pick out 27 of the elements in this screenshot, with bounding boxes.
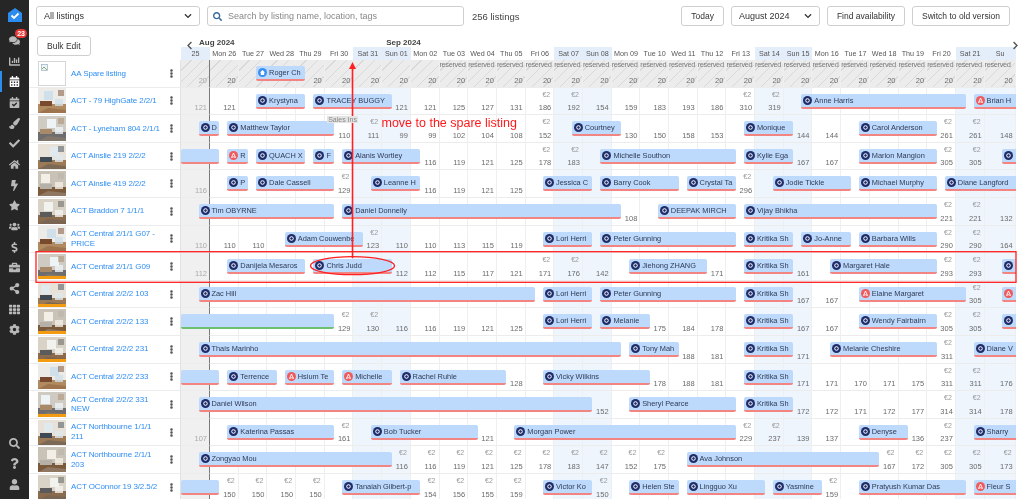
listing-name[interactable]: ACT Central 2/2/2 103 — [71, 289, 162, 299]
switch-version-button[interactable]: Switch to old version — [912, 6, 1010, 26]
listing-filter-dropdown[interactable]: All listings — [36, 6, 200, 26]
listing-name[interactable]: ACT Central 2/2/2 233 — [71, 372, 162, 382]
listing-name[interactable]: ACT - Lyneham 804 2/1/1 — [71, 123, 162, 134]
listing-name[interactable]: ACT Central 2/1/1 G09 — [71, 261, 162, 272]
month-dropdown[interactable]: August 2024 — [730, 6, 820, 26]
listing-count: 256 listings — [472, 10, 520, 22]
bulk-edit-button[interactable]: Bulk Edit — [37, 36, 91, 56]
listing-name[interactable]: ACT Northbourne 1/1/1 211 — [71, 422, 162, 442]
listing-name[interactable]: ACT OConnor 19 3/2.5/2 — [71, 482, 162, 492]
today-button[interactable]: Today — [681, 6, 724, 26]
listing-name[interactable]: ACT Central 2/2/2 133 — [71, 316, 162, 327]
listing-name[interactable]: ACT Ainslie 219 2/2/2 — [71, 151, 162, 161]
listing-name[interactable]: ACT Central 2/2/2 331 NEW — [71, 394, 162, 414]
listing-name[interactable]: ACT Braddon 7 1/1/1 — [71, 206, 162, 217]
listing-name[interactable]: ACT Central 2/2/2 231 — [71, 344, 162, 355]
listing-name[interactable]: AA Spare listing — [71, 68, 162, 79]
listing-name[interactable]: ACT Central 2/1/1 G07 - PRICE — [71, 229, 162, 249]
listing-name[interactable]: ACT - 79 HighGate 2/2/1 — [71, 96, 162, 106]
listing-name[interactable]: ACT Northbourne 2/1/1 203 — [71, 450, 162, 470]
month-label: Aug 2024 — [198, 38, 235, 47]
find-availability-button[interactable]: Find availability — [826, 6, 906, 26]
listing-name[interactable]: ACT Ainslie 419 2/2/2 — [71, 178, 162, 189]
annotation-text: move to the spare listing — [381, 117, 517, 131]
search-field[interactable]: Search by listing name, location, tags — [207, 6, 464, 26]
month-label: Sep 2024 — [385, 38, 421, 47]
